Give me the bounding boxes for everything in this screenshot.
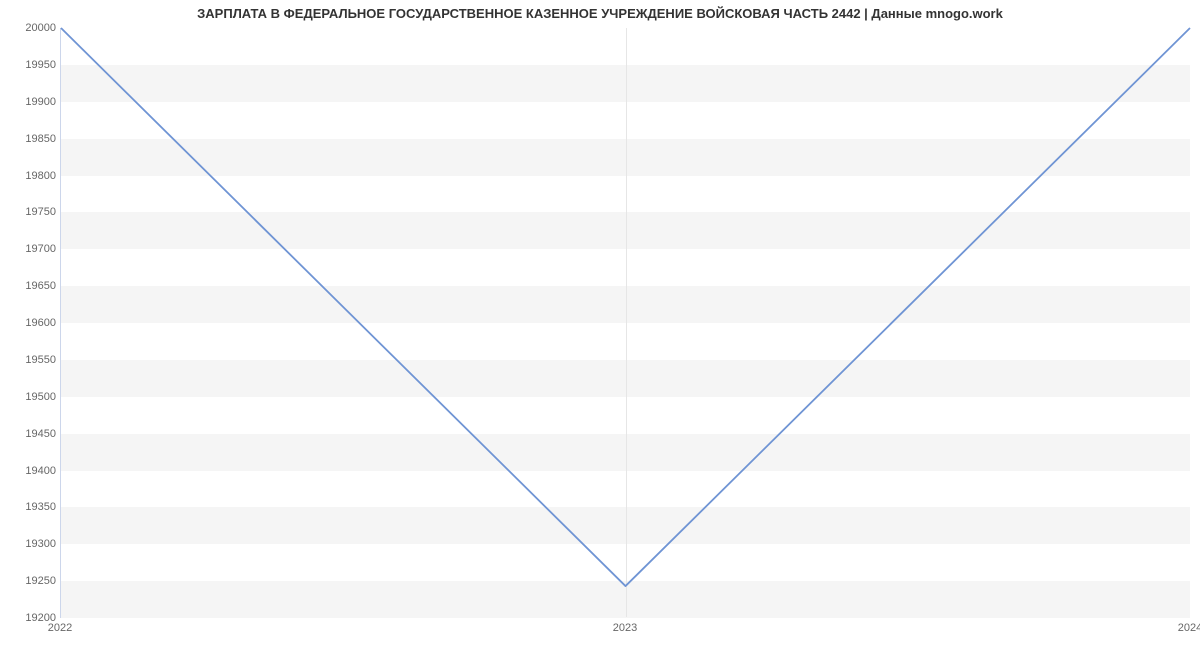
line-series — [61, 28, 1190, 617]
y-tick-label: 19400 — [6, 465, 56, 477]
y-tick-label: 19700 — [6, 243, 56, 255]
x-tick-label: 2022 — [48, 622, 72, 634]
y-tick-label: 19900 — [6, 96, 56, 108]
chart-title: ЗАРПЛАТА В ФЕДЕРАЛЬНОЕ ГОСУДАРСТВЕННОЕ К… — [0, 6, 1200, 21]
y-tick-label: 19600 — [6, 317, 56, 329]
y-tick-label: 19250 — [6, 575, 56, 587]
y-tick-label: 19950 — [6, 59, 56, 71]
y-tick-label: 19450 — [6, 428, 56, 440]
y-tick-label: 19650 — [6, 280, 56, 292]
y-tick-label: 19850 — [6, 133, 56, 145]
y-tick-label: 19350 — [6, 501, 56, 513]
y-tick-label: 19800 — [6, 170, 56, 182]
y-tick-label: 19750 — [6, 206, 56, 218]
y-tick-label: 19550 — [6, 354, 56, 366]
y-tick-label: 19300 — [6, 538, 56, 550]
chart-container: ЗАРПЛАТА В ФЕДЕРАЛЬНОЕ ГОСУДАРСТВЕННОЕ К… — [0, 0, 1200, 650]
x-tick-label: 2023 — [613, 622, 637, 634]
data-line — [61, 28, 1190, 586]
y-tick-label: 20000 — [6, 22, 56, 34]
plot-area — [60, 28, 1190, 618]
x-tick-label: 2024 — [1178, 622, 1200, 634]
y-tick-label: 19500 — [6, 391, 56, 403]
